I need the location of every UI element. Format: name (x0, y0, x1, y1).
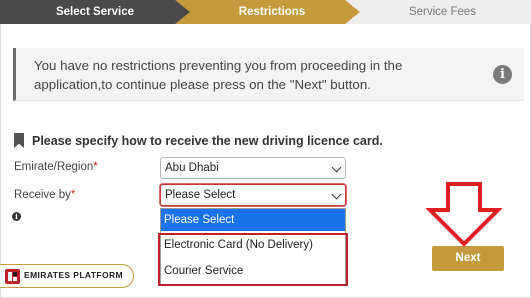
wizard-steps: Select Service Restrictions Service Fees (0, 0, 531, 24)
info-icon: i (493, 65, 512, 84)
info-message: You have no restrictions preventing you … (34, 58, 403, 92)
chevron-down-icon (331, 189, 342, 200)
emirate-select[interactable]: Abu Dhabi (160, 157, 346, 179)
step-select-service[interactable]: Select Service (0, 0, 190, 24)
emirate-label: Emirate/Region* (14, 161, 98, 173)
emirates-platform-logo: EMIRATES PLATFORM (0, 264, 134, 288)
step-label: Select Service (55, 6, 134, 18)
required-mark: * (93, 161, 98, 173)
arrow-down-icon (426, 182, 502, 246)
next-button[interactable]: Next (432, 246, 504, 271)
field-info-icon[interactable]: i (12, 212, 21, 221)
logo-mark-icon (5, 269, 20, 284)
emirate-label-text: Emirate/Region (14, 161, 94, 173)
receive-by-select-value: Please Select (165, 189, 236, 201)
option-please-select[interactable]: Please Select (161, 209, 345, 231)
receive-by-label-text: Receive by (14, 189, 71, 201)
section-title: Please specify how to receive the new dr… (32, 134, 383, 148)
logo-text: EMIRATES PLATFORM (24, 270, 124, 280)
info-message-box: You have no restrictions preventing you … (13, 48, 524, 101)
emirate-select-value: Abu Dhabi (165, 162, 219, 174)
receive-by-select[interactable]: Please Select (160, 184, 346, 206)
step-restrictions[interactable]: Restrictions (170, 0, 360, 24)
step-label: Restrictions (238, 6, 306, 18)
step-label: Service Fees (408, 6, 477, 18)
required-mark: * (70, 189, 76, 201)
highlight-box (158, 233, 348, 286)
chevron-down-icon (331, 162, 342, 173)
receive-by-label: Receive by* (14, 189, 75, 201)
step-service-fees[interactable]: Service Fees (340, 0, 531, 24)
